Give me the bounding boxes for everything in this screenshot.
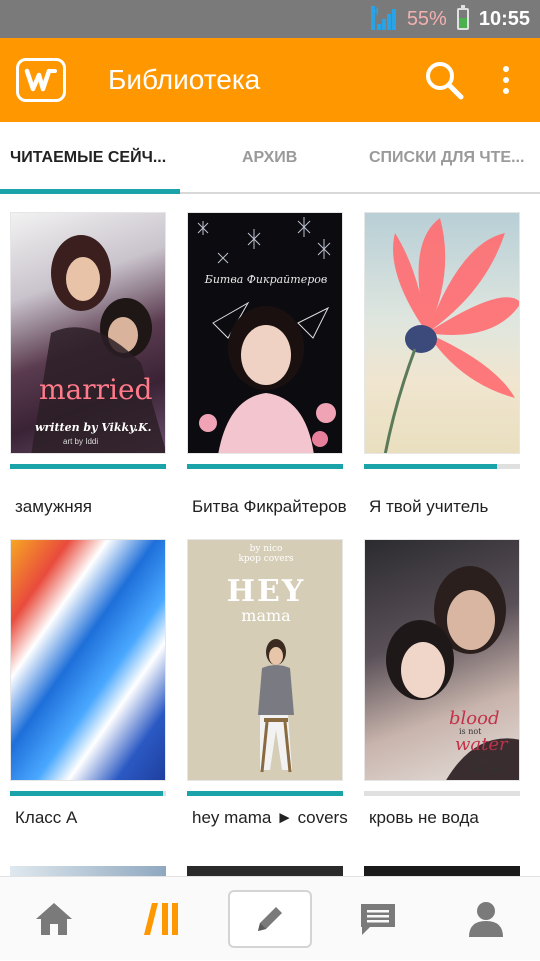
messages-icon[interactable]: [336, 877, 420, 961]
cover-author-text: written by Vikky.K.: [35, 421, 152, 434]
cover-byline-text: by nico: [249, 544, 283, 554]
book-cover-partial[interactable]: [10, 866, 166, 876]
library-icon[interactable]: [120, 877, 204, 961]
book-cover[interactable]: [364, 212, 520, 454]
cover-subtitle-text: kpop covers: [238, 554, 294, 564]
book-cover[interactable]: married written by Vikky.K. art by Iddi: [10, 212, 166, 454]
bottom-navigation: [0, 876, 540, 960]
page-title: Библиотека: [108, 64, 261, 95]
cover-credit-text: art by Iddi: [63, 437, 99, 446]
wattpad-logo-icon[interactable]: [16, 58, 66, 102]
book-cover[interactable]: [10, 539, 166, 781]
search-icon[interactable]: [424, 60, 464, 100]
battery-icon: [456, 5, 469, 30]
app-bar: Библиотека: [0, 38, 540, 122]
status-bar: H 55% 10:55: [0, 0, 540, 38]
reading-progress: [364, 791, 520, 796]
book-grid: married written by Vikky.K. art by Iddi …: [0, 196, 540, 876]
book-title: кровь не вода: [369, 808, 479, 827]
reading-progress: [187, 791, 343, 796]
signal-icon: H: [370, 6, 397, 30]
reading-progress: [10, 464, 166, 469]
cover-title-text: Битва Фикрайтеров: [204, 273, 328, 286]
home-icon[interactable]: [12, 877, 96, 961]
cover-title-text: married: [39, 373, 153, 406]
book-cover-partial[interactable]: [364, 866, 520, 876]
book-cover-partial[interactable]: [187, 866, 343, 876]
book-title: Класс А: [15, 808, 78, 827]
book-title: hey mama ► covers: [192, 808, 348, 827]
book-title: Я твой учитель: [369, 497, 489, 516]
clock: 10:55: [478, 7, 530, 30]
book-title: замужняя: [15, 497, 92, 516]
reading-progress: [187, 464, 343, 469]
write-icon[interactable]: [228, 890, 312, 948]
tab-indicator: [0, 189, 180, 194]
overflow-menu-icon[interactable]: [496, 62, 516, 98]
cover-title-text: blood: [449, 708, 500, 729]
tab-archive[interactable]: АРХИВ: [242, 122, 312, 194]
cover-subtitle-text: water: [455, 734, 508, 755]
cover-title-sub-text: mama: [241, 606, 291, 625]
battery-percent: 55%: [406, 7, 447, 30]
book-title: Битва Фикрайтеров: [192, 497, 347, 516]
book-cover[interactable]: by nico kpop covers HEY mama: [187, 539, 343, 781]
book-cover[interactable]: blood is not water Ellen present: [364, 539, 520, 781]
cover-title-text: HEY: [226, 574, 306, 609]
tab-bar: ЧИТАЕМЫЕ СЕЙЧ... АРХИВ СПИСКИ ДЛЯ ЧТЕ...: [0, 122, 540, 194]
reading-progress: [364, 464, 520, 469]
tab-reading-now[interactable]: ЧИТАЕМЫЕ СЕЙЧ...: [10, 122, 175, 194]
book-cover[interactable]: Битва Фикрайтеров: [187, 212, 343, 454]
tab-reading-lists[interactable]: СПИСКИ ДЛЯ ЧТЕ...: [369, 122, 534, 194]
reading-progress: [10, 791, 166, 796]
cover-credit-text: Ellen present: [475, 756, 502, 774]
profile-icon[interactable]: [444, 877, 528, 961]
